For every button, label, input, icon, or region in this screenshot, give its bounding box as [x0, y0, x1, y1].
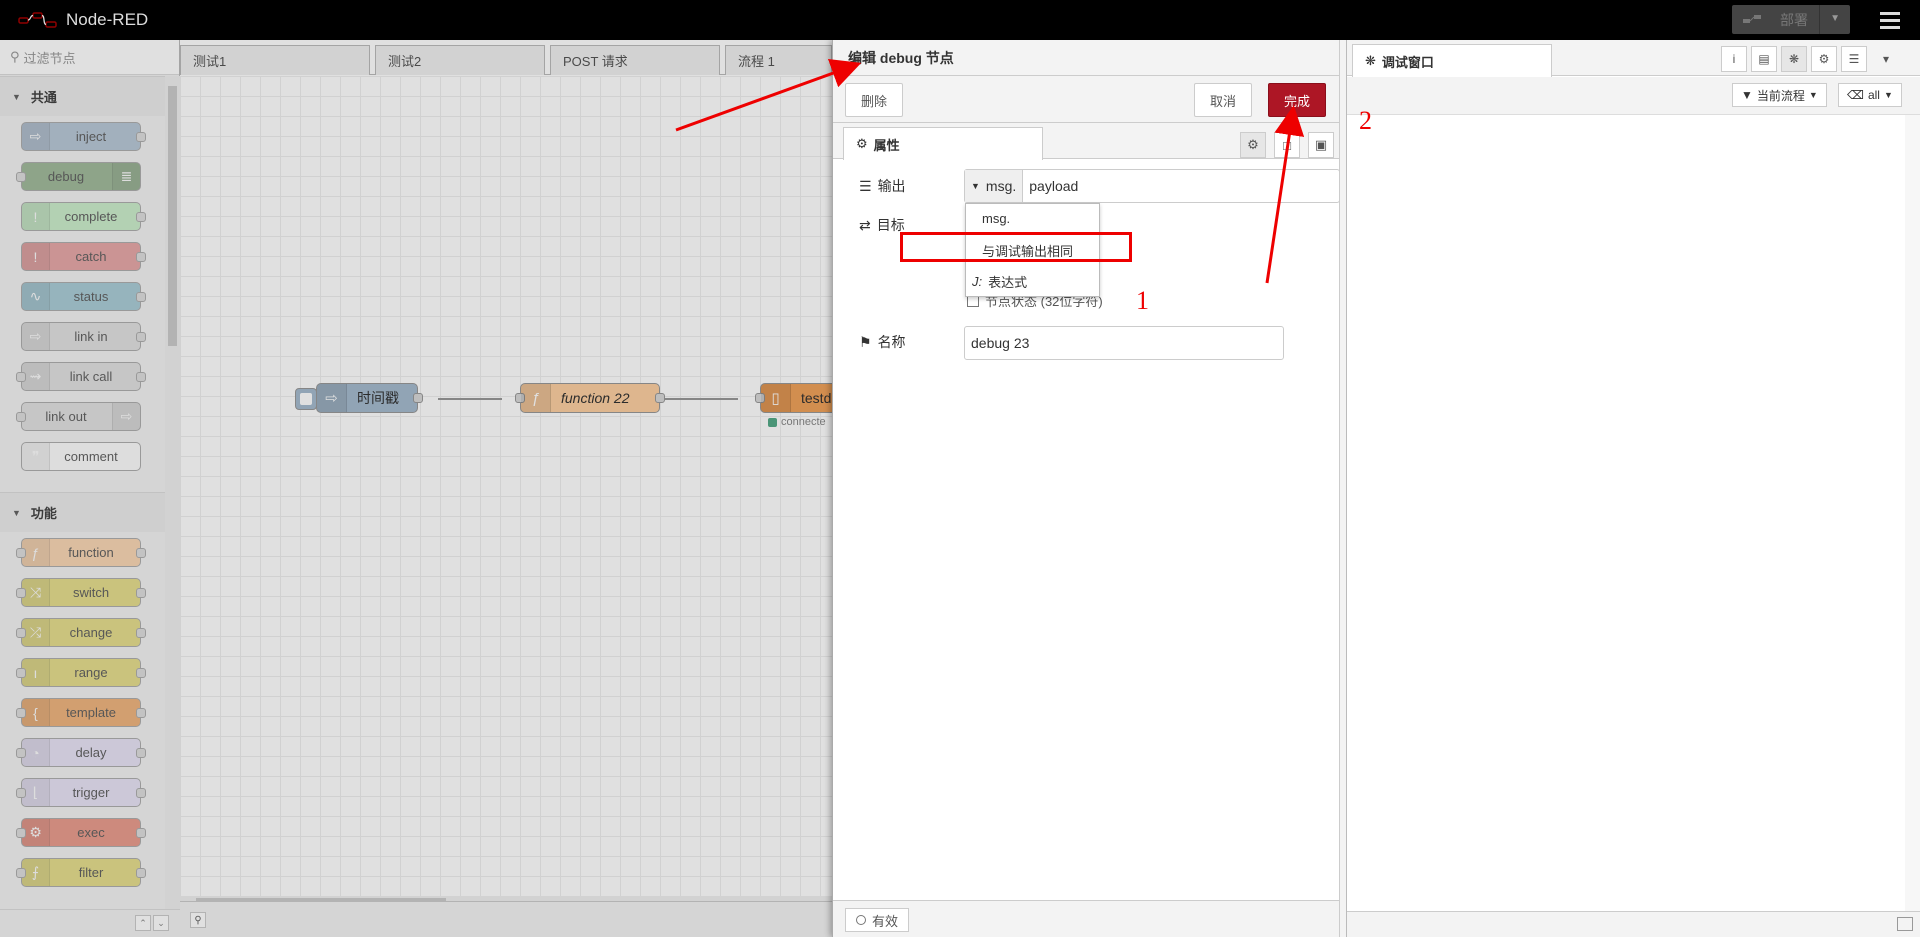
app-name: Node-RED — [66, 10, 149, 29]
filter-select[interactable]: ▼ 当前流程 ▼ — [1732, 83, 1827, 107]
dropdown-option[interactable]: msg. — [966, 204, 1099, 232]
dropdown-option[interactable]: J: 表达式 — [966, 267, 1099, 295]
delete-button[interactable]: 删除 — [845, 83, 903, 117]
node-enabled-toggle[interactable]: 有效 — [845, 908, 909, 932]
target-label: ⇄ 目标 — [859, 216, 905, 234]
deploy-caret-icon[interactable]: ▼ — [1830, 13, 1840, 24]
caret-down-icon: ▼ — [971, 181, 980, 191]
done-button[interactable]: 完成 — [1268, 83, 1326, 117]
deploy-label: 部署 — [1780, 11, 1808, 28]
circle-icon — [855, 915, 866, 925]
tab-debug[interactable]: ❋ 调试窗口 — [1352, 44, 1552, 77]
filter-icon: ▼ — [1741, 88, 1753, 102]
tray-tabs: ⚙ 属性 ⚙ □ ▣ — [833, 123, 1339, 160]
sidebar: ❋ 调试窗口 i ▤ ❋ ⚙ ☰ ▾ ▼ 当前流程 ▼ ⌫ all ▼ — [1346, 40, 1920, 937]
book-icon[interactable]: ▤ — [1751, 46, 1777, 72]
modal-shade — [0, 40, 832, 937]
expression-icon: J: — [972, 273, 983, 289]
cancel-button[interactable]: 取消 — [1194, 83, 1252, 117]
tray-title: 编辑 debug 节点 — [833, 40, 1339, 76]
tray-toolbar: 删除 取消 完成 — [833, 76, 1339, 123]
sidebar-footer — [1347, 911, 1920, 937]
type-dropdown-menu: msg. 与调试输出相同 J: 表达式 — [965, 203, 1100, 297]
gear-icon[interactable]: ⚙ — [1240, 132, 1266, 158]
name-label: ⚑ 名称 — [859, 333, 906, 351]
node-red-logo-icon — [18, 12, 57, 28]
name-input[interactable]: debug 23 — [964, 326, 1284, 360]
debug-toolbar: ▼ 当前流程 ▼ ⌫ all ▼ — [1347, 77, 1920, 115]
bug-icon[interactable]: ❋ — [1781, 46, 1807, 72]
edit-tray: 编辑 debug 节点 删除 取消 完成 ⚙ 属性 ⚙ □ ▣ ☰ 输出 ▼ m… — [832, 40, 1340, 937]
tray-footer: 有效 — [833, 900, 1339, 937]
gear-icon[interactable]: ⚙ — [1811, 46, 1837, 72]
monitor-icon[interactable] — [1897, 917, 1913, 931]
main-menu-button[interactable] — [1872, 8, 1908, 32]
output-label: ☰ 输出 — [859, 177, 906, 195]
type-selector[interactable]: ▼ msg. — [965, 170, 1024, 202]
output-typed-input[interactable]: ▼ msg. payload — [964, 169, 1340, 203]
info-icon[interactable]: i — [1721, 46, 1747, 72]
list-icon: ☰ — [859, 177, 872, 194]
dropdown-option[interactable]: 与调试输出相同 — [966, 236, 1099, 264]
deploy-separator — [1819, 5, 1820, 34]
app-logo: Node-RED — [18, 8, 148, 32]
tag-icon: ⚑ — [859, 333, 872, 350]
chevron-down-icon[interactable]: ▾ — [1873, 46, 1899, 72]
header-bar: Node-RED 部署 ▼ — [0, 0, 1920, 40]
database-icon[interactable]: ☰ — [1841, 46, 1867, 72]
deploy-icon — [1743, 14, 1761, 23]
debug-scrollbar[interactable] — [1905, 115, 1920, 911]
deploy-button[interactable]: 部署 ▼ — [1732, 5, 1850, 34]
sidebar-tabs: ❋ 调试窗口 i ▤ ❋ ⚙ ☰ ▾ — [1347, 40, 1920, 77]
shuffle-icon: ⇄ — [859, 216, 871, 233]
sidebar-splitter[interactable] — [1339, 40, 1346, 937]
caret-down-icon: ▼ — [1883, 90, 1893, 100]
clear-select[interactable]: ⌫ all ▼ — [1838, 83, 1902, 107]
output-value[interactable]: payload — [1029, 178, 1078, 194]
description-icon[interactable]: □ — [1274, 132, 1300, 158]
tab-properties[interactable]: ⚙ 属性 — [843, 127, 1043, 160]
appearance-icon[interactable]: ▣ — [1308, 132, 1334, 158]
bug-icon: ❋ — [1365, 53, 1376, 68]
gear-icon: ⚙ — [856, 136, 868, 151]
caret-down-icon: ▼ — [1808, 90, 1818, 100]
trash-icon: ⌫ — [1847, 88, 1864, 102]
